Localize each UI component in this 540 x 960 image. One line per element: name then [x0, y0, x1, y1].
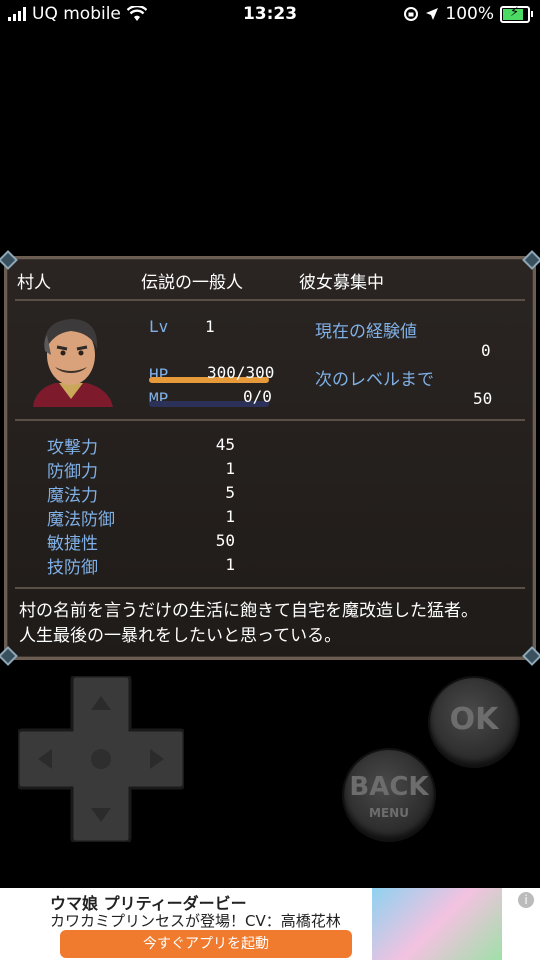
stat-label: 防御力	[47, 462, 98, 482]
info-icon[interactable]: i	[518, 892, 534, 908]
character-description: 村の名前を言うだけの生活に飽きて自宅を魔改造した猛者。 人生最後の一暴れをしたい…	[19, 599, 478, 649]
level-value: 1	[205, 317, 215, 336]
ad-subtitle: カワカミプリンセスが登場！CV：高橋花林	[50, 912, 341, 930]
rotation-lock-icon	[404, 7, 419, 21]
menu-label: MENU	[369, 806, 409, 820]
ad-image[interactable]	[372, 888, 502, 960]
mp-value: 0/0	[243, 387, 272, 406]
exp-current-label: 現在の経験値	[315, 322, 417, 342]
character-header: 村人 伝説の一般人 彼女募集中	[7, 259, 533, 299]
battery-percent: 100%	[445, 4, 494, 24]
stat-label: 技防御	[47, 558, 98, 578]
ad-cta-button[interactable]: 今すぐアプリを起動	[60, 930, 352, 958]
stat-value: 50	[215, 531, 235, 550]
back-button[interactable]: BACK MENU	[344, 750, 434, 840]
location-arrow-icon	[426, 8, 439, 20]
window-corner-ornament	[0, 646, 18, 666]
exp-current-value: 0	[481, 341, 491, 360]
divider	[15, 299, 525, 301]
charging-bolt-icon: ⚡	[510, 4, 520, 20]
character-nickname: 彼女募集中	[299, 273, 384, 293]
stat-value: 45	[215, 435, 235, 454]
stat-label: 魔法防御	[47, 510, 115, 530]
divider	[15, 587, 525, 589]
exp-next-value: 50	[473, 389, 493, 408]
stat-label: 敏捷性	[47, 534, 98, 554]
ok-label: OK	[449, 702, 499, 737]
level-label: Lv	[149, 317, 169, 336]
window-corner-ornament	[522, 646, 540, 666]
exp-next-label: 次のレベルまで	[315, 370, 434, 390]
status-bar: UQ mobile 13:23 100% ⚡	[0, 0, 540, 30]
character-portrait	[33, 319, 113, 407]
stat-value: 5	[225, 483, 235, 502]
stat-value: 1	[225, 507, 235, 526]
ad-banner[interactable]: ウマ娘 プリティーダービー カワカミプリンセスが登場！CV：高橋花林 今すぐアプ…	[0, 888, 540, 960]
stat-label: 攻撃力	[47, 438, 98, 458]
stat-value: 1	[225, 459, 235, 478]
status-window: 村人 伝説の一般人 彼女募集中 Lv 1 HP 300/300 MP 0/0 現…	[0, 250, 540, 666]
ok-button[interactable]: OK	[430, 678, 518, 766]
back-label: BACK	[349, 772, 429, 802]
hp-value: 300/300	[207, 363, 275, 382]
stat-label: 魔法力	[47, 486, 98, 506]
character-title: 伝説の一般人	[141, 273, 243, 293]
description-line: 人生最後の一暴れをしたいと思っている。	[19, 626, 342, 646]
status-right: 100% ⚡	[403, 4, 533, 24]
description-line: 村の名前を言うだけの生活に飽きて自宅を魔改造した猛者。	[19, 601, 478, 621]
character-name: 村人	[17, 273, 51, 293]
battery-charging-icon: ⚡	[500, 4, 533, 23]
divider	[15, 419, 525, 421]
dpad[interactable]	[18, 676, 184, 842]
stat-value: 1	[225, 555, 235, 574]
